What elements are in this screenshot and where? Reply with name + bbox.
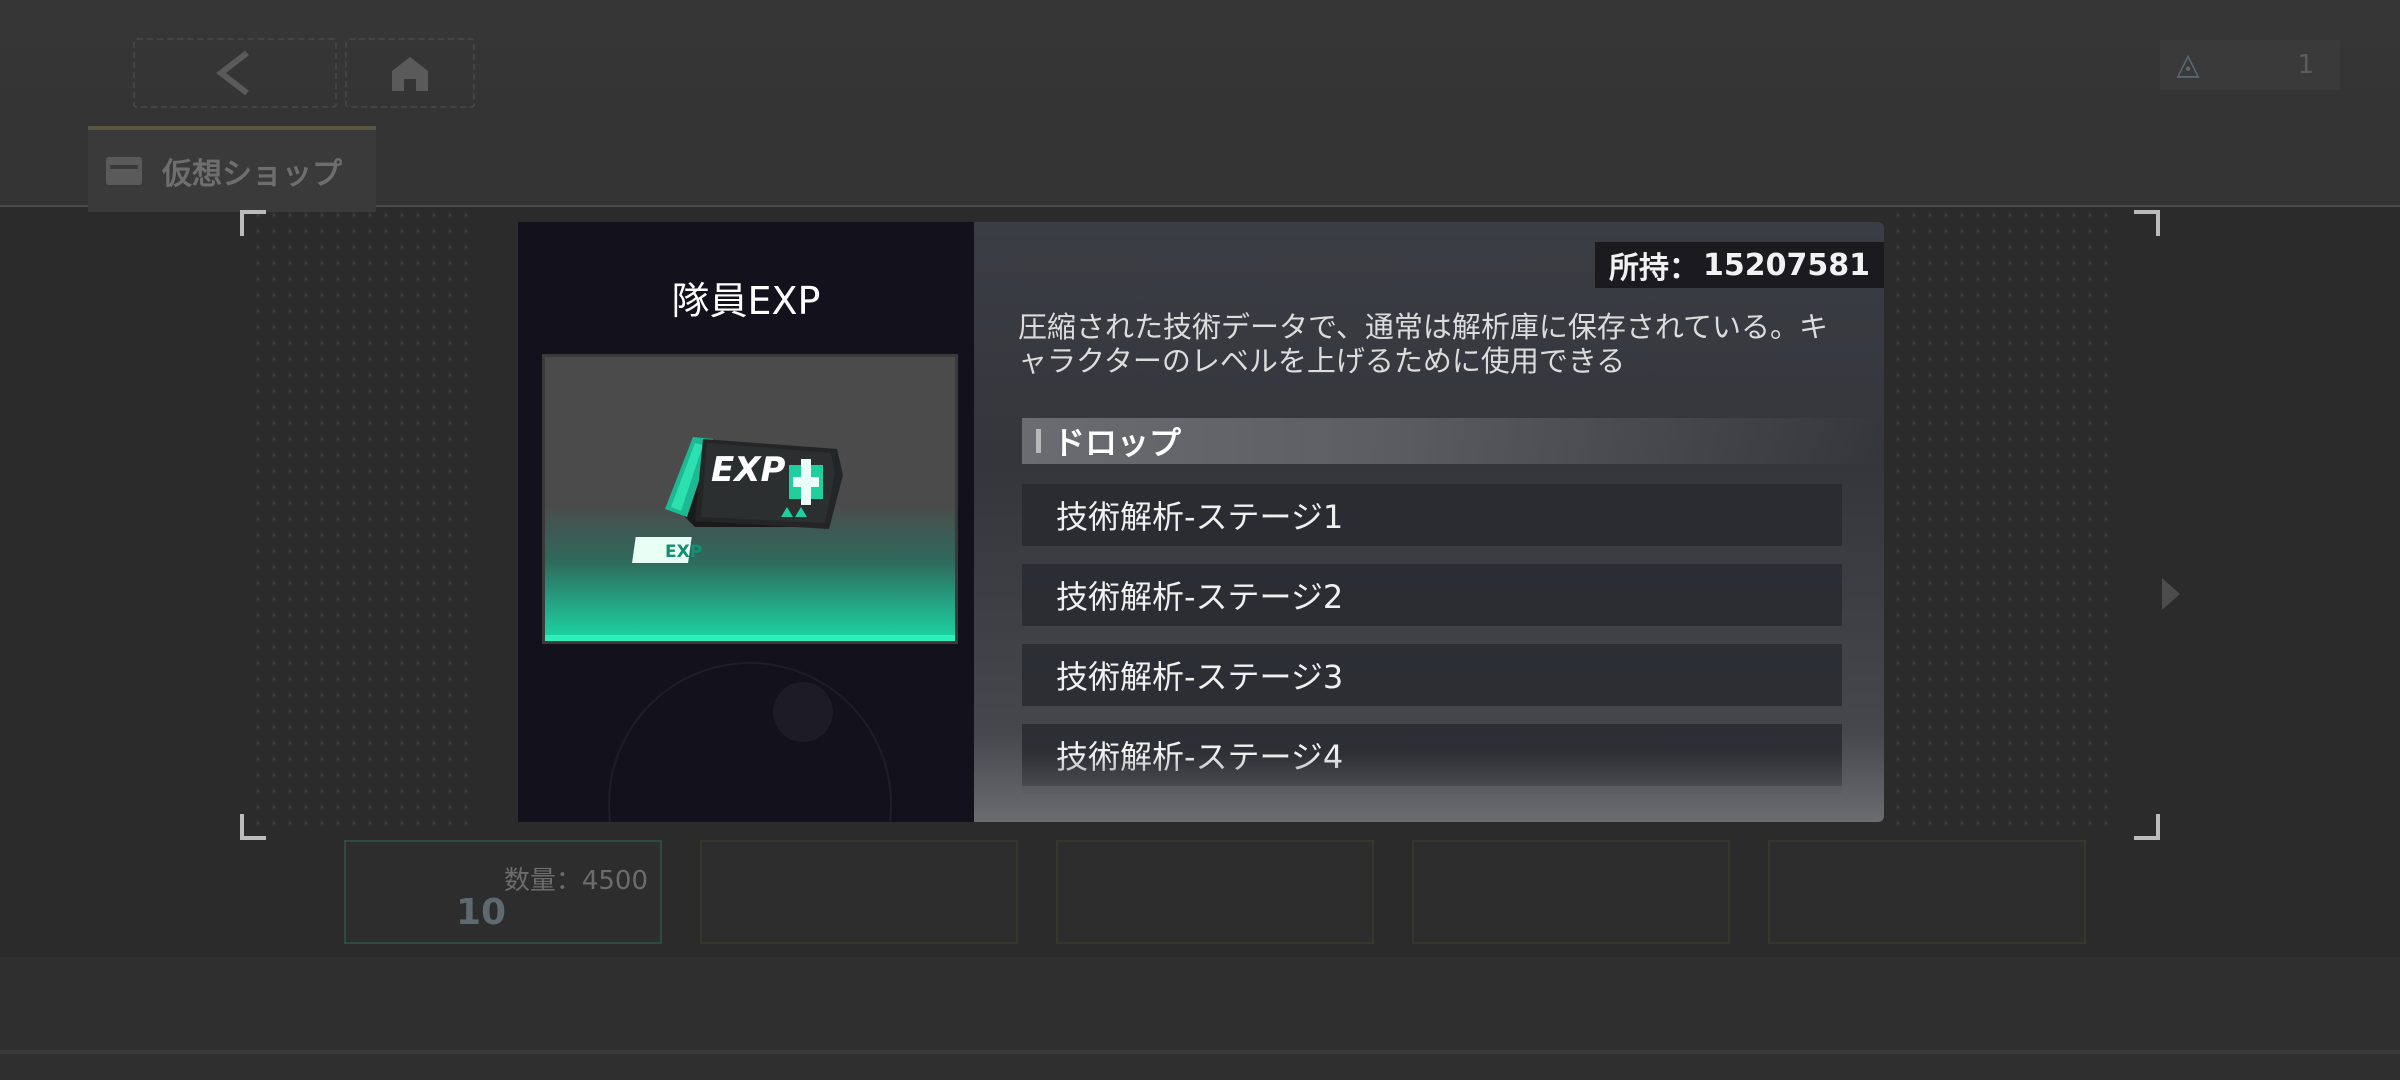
shop-item-card[interactable] bbox=[1412, 840, 1730, 944]
small-exp-tag-text: EXP bbox=[665, 542, 702, 562]
card-quantity: 数量：4500 bbox=[503, 866, 648, 896]
currency-value: 1 bbox=[2297, 50, 2314, 80]
drop-header-label: ドロップ bbox=[1053, 424, 1182, 462]
shop-item-card[interactable]: 数量：4500 10 bbox=[344, 840, 662, 944]
owned-value: 15207581 bbox=[1703, 247, 1870, 283]
back-button[interactable] bbox=[133, 38, 337, 108]
drop-source-label: 技術解析-ステージ1 bbox=[1056, 498, 1344, 536]
drop-source-list[interactable]: 技術解析-ステージ1 技術解析-ステージ2 技術解析-ステージ3 技術解析-ステ… bbox=[1022, 484, 1842, 794]
card-price: 10 bbox=[456, 892, 507, 933]
shop-item-card[interactable] bbox=[1768, 840, 2086, 944]
next-page-arrow-icon[interactable] bbox=[2162, 578, 2180, 610]
bottom-divider bbox=[0, 1050, 2400, 1054]
drop-source-label: 技術解析-ステージ3 bbox=[1056, 658, 1344, 696]
tab-label: 仮想ショップ bbox=[162, 157, 342, 192]
bottom-area-background bbox=[0, 957, 2400, 1080]
drop-source-item-stage-3[interactable]: 技術解析-ステージ3 bbox=[1022, 644, 1842, 706]
item-name: 隊員EXP bbox=[671, 279, 821, 323]
item-preview-panel: 隊員EXP EXP EXP bbox=[518, 222, 974, 822]
currency-icon: ◬ bbox=[2176, 47, 2200, 82]
currency-display[interactable]: ◬ 1 bbox=[2160, 40, 2340, 90]
item-description: 圧縮された技術データで、通常は解析庫に保存されている。キャラクターのレベルを上げ… bbox=[1018, 310, 1828, 378]
item-info-panel: 所持： 15207581 圧縮された技術データで、通常は解析庫に保存されている。… bbox=[974, 222, 1884, 822]
home-icon bbox=[392, 57, 428, 91]
drop-section-header: ドロップ bbox=[1022, 418, 1882, 464]
exp-badge-text: EXP bbox=[711, 450, 785, 490]
owned-label: 所持： bbox=[1609, 251, 1699, 286]
chevron-left-icon bbox=[216, 50, 249, 96]
decorative-dot bbox=[773, 682, 833, 742]
drop-source-item-stage-2[interactable]: 技術解析-ステージ2 bbox=[1022, 564, 1842, 626]
header-accent-bar bbox=[1036, 429, 1041, 453]
frame-corner bbox=[2134, 814, 2160, 840]
decorative-circle bbox=[608, 662, 892, 822]
frame-corner bbox=[240, 814, 266, 840]
frame-corner bbox=[2134, 210, 2160, 236]
tab-virtual-shop[interactable]: 仮想ショップ bbox=[88, 126, 376, 212]
shop-item-card[interactable] bbox=[1056, 840, 1374, 944]
owned-count: 所持： 15207581 bbox=[1595, 242, 1884, 288]
drop-source-label: 技術解析-ステージ2 bbox=[1056, 578, 1344, 616]
drop-source-item-stage-1[interactable]: 技術解析-ステージ1 bbox=[1022, 484, 1842, 546]
shop-item-card[interactable] bbox=[700, 840, 1018, 944]
home-button[interactable] bbox=[345, 38, 475, 108]
drop-source-item-stage-4[interactable]: 技術解析-ステージ4 bbox=[1022, 724, 1842, 786]
exp-card-icon: EXP EXP bbox=[632, 437, 843, 563]
frame-corner bbox=[240, 210, 266, 236]
shop-icon bbox=[106, 157, 142, 185]
rarity-strip bbox=[545, 635, 955, 641]
item-image: EXP EXP bbox=[542, 354, 958, 644]
drop-source-label: 技術解析-ステージ4 bbox=[1056, 738, 1344, 776]
